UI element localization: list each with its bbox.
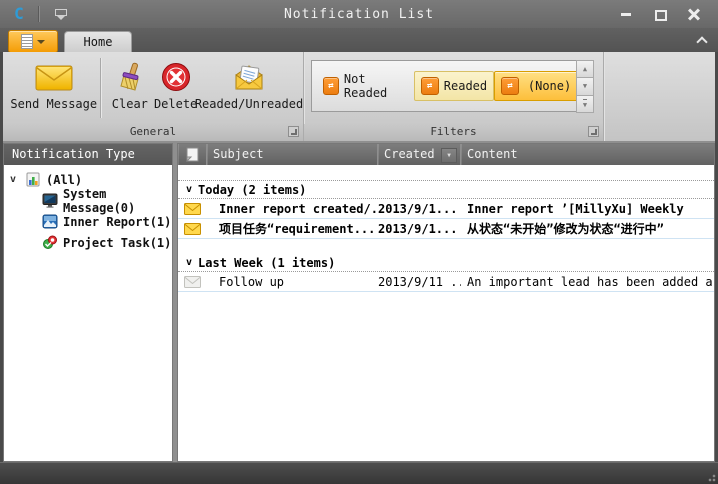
quick-access-customize-icon[interactable] — [54, 8, 68, 20]
notification-type-tree: v (All) System — [4, 165, 172, 253]
group-spacer — [178, 239, 714, 254]
tree-item-label: System Message(0) — [63, 187, 172, 215]
report-picture-icon — [42, 214, 58, 229]
filters-gallery: ⇄ Not Readed ⇄ Readed ⇄ (None) — [311, 60, 583, 112]
cell-content: Inner report ’[MillyXu] Weekly — [461, 202, 714, 216]
app-logo-icon: C — [10, 5, 28, 23]
tree-item-inner-report[interactable]: Inner Report(1) — [4, 211, 172, 232]
list-row[interactable]: 项目任务“requirement... 2013/9/1... 从状态“未开始”… — [178, 219, 714, 239]
delete-x-icon — [161, 60, 191, 94]
group-label: Last Week (1 items) — [198, 256, 335, 270]
group-expander-icon[interactable]: v — [186, 257, 192, 268]
list-body: v Today (2 items) Inner report created/.… — [178, 165, 714, 292]
filter-icon: ⇄ — [421, 77, 439, 95]
list-row[interactable]: Inner report created/... 2013/9/1... Inn… — [178, 199, 714, 219]
unread-envelope-icon — [178, 203, 207, 215]
status-bar — [0, 462, 718, 484]
filter-label: Not Readed — [344, 72, 407, 100]
broom-icon — [116, 60, 144, 94]
unread-envelope-icon — [178, 223, 207, 235]
sidebar-header: Notification Type — [4, 144, 172, 165]
tree-item-project-task[interactable]: Project Task(1) — [4, 232, 172, 253]
filter-not-readed[interactable]: ⇄ Not Readed — [316, 71, 414, 101]
ribbon-group-filters: ⇄ Not Readed ⇄ Readed ⇄ (None) ▲ ▼ ▼ Fil… — [304, 52, 604, 141]
ribbon-group-general: Send Message Clear — [3, 52, 304, 141]
send-message-button[interactable]: Send Message — [7, 56, 100, 120]
minimize-button[interactable] — [620, 9, 632, 20]
ribbon-tab-row: Home — [0, 28, 718, 52]
cell-subject: 项目任务“requirement... — [207, 220, 378, 237]
tree-item-label: (All) — [46, 173, 82, 187]
monitor-icon — [42, 193, 58, 208]
dialog-launcher-icon[interactable] — [288, 126, 299, 137]
gallery-more-icon[interactable]: ▼ — [576, 95, 594, 113]
group-label: Today (2 items) — [198, 183, 306, 197]
cell-created: 2013/9/1... — [378, 202, 461, 216]
tree-expander-icon[interactable]: v — [10, 174, 20, 185]
ribbon: Send Message Clear — [3, 52, 715, 143]
clear-button[interactable]: Clear — [107, 56, 152, 120]
notification-list-panel: Subject Created On ▼ Content v Today (2 … — [177, 143, 715, 462]
tree-item-label: Inner Report(1) — [63, 215, 171, 229]
document-icon — [21, 34, 33, 49]
cell-content: An important lead has been added a note — [461, 275, 714, 289]
open-envelope-icon — [232, 60, 266, 94]
cell-created: 2013/9/1... — [378, 222, 461, 236]
ribbon-separator — [100, 58, 101, 118]
delete-button[interactable]: Delete — [152, 56, 199, 120]
group-label-general: General — [3, 124, 303, 141]
filter-label: Readed — [444, 79, 487, 93]
sort-dropdown-icon[interactable]: ▼ — [441, 148, 457, 163]
column-subject[interactable]: Subject — [207, 144, 378, 165]
gallery-scroll-up-icon[interactable]: ▲ — [576, 60, 594, 78]
application-menu-button[interactable] — [8, 30, 58, 53]
tab-home[interactable]: Home — [64, 31, 132, 53]
all-chart-icon — [25, 172, 41, 187]
button-label: Readed/Unreaded — [195, 97, 303, 111]
cell-subject: Follow up — [207, 275, 378, 289]
envelope-icon — [35, 60, 73, 94]
group-header-last-week[interactable]: v Last Week (1 items) — [178, 254, 714, 272]
window-title: Notification List — [0, 7, 718, 22]
close-button[interactable] — [688, 9, 700, 20]
resize-grip[interactable] — [706, 472, 716, 482]
titlebar: C Notification List — [0, 0, 718, 28]
collapse-ribbon-icon[interactable] — [697, 36, 706, 45]
read-envelope-icon — [178, 276, 207, 288]
column-status-icon[interactable] — [178, 144, 207, 165]
quick-access-separator — [38, 6, 40, 22]
maximize-button[interactable] — [654, 9, 666, 20]
filter-none[interactable]: ⇄ (None) — [494, 71, 582, 101]
column-created-on[interactable]: Created On ▼ — [378, 144, 461, 165]
tree-item-label: Project Task(1) — [63, 236, 171, 250]
filter-icon: ⇄ — [501, 77, 519, 95]
list-header: Subject Created On ▼ Content — [178, 144, 714, 165]
column-content[interactable]: Content — [461, 144, 714, 165]
gallery-scrollbar: ▲ ▼ ▼ — [576, 60, 594, 112]
readed-unreaded-button[interactable]: Readed/Unreaded — [199, 56, 299, 120]
button-label: Clear — [112, 97, 148, 111]
filter-readed[interactable]: ⇄ Readed — [414, 71, 494, 101]
dialog-launcher-icon[interactable] — [588, 126, 599, 137]
filter-label: (None) — [524, 79, 575, 93]
paper-icon — [186, 147, 199, 162]
group-label-filters: Filters — [304, 124, 603, 141]
group-header-today[interactable]: v Today (2 items) — [178, 181, 714, 199]
cell-created: 2013/9/11 ... — [378, 275, 461, 289]
button-label: Send Message — [10, 97, 97, 111]
filter-icon: ⇄ — [323, 77, 339, 95]
task-icon — [42, 235, 58, 250]
list-row[interactable]: Follow up 2013/9/11 ... An important lea… — [178, 272, 714, 292]
gallery-scroll-down-icon[interactable]: ▼ — [576, 77, 594, 95]
cell-content: 从状态“未开始”修改为状态“进行中” — [461, 220, 714, 237]
tree-item-system-message[interactable]: System Message(0) — [4, 190, 172, 211]
button-label: Delete — [154, 97, 197, 111]
notification-type-panel: Notification Type v (All) — [3, 143, 173, 462]
group-expander-icon[interactable]: v — [186, 184, 192, 195]
list-top-spacer — [178, 165, 714, 181]
chevron-down-icon — [37, 40, 45, 44]
cell-subject: Inner report created/... — [207, 202, 378, 216]
